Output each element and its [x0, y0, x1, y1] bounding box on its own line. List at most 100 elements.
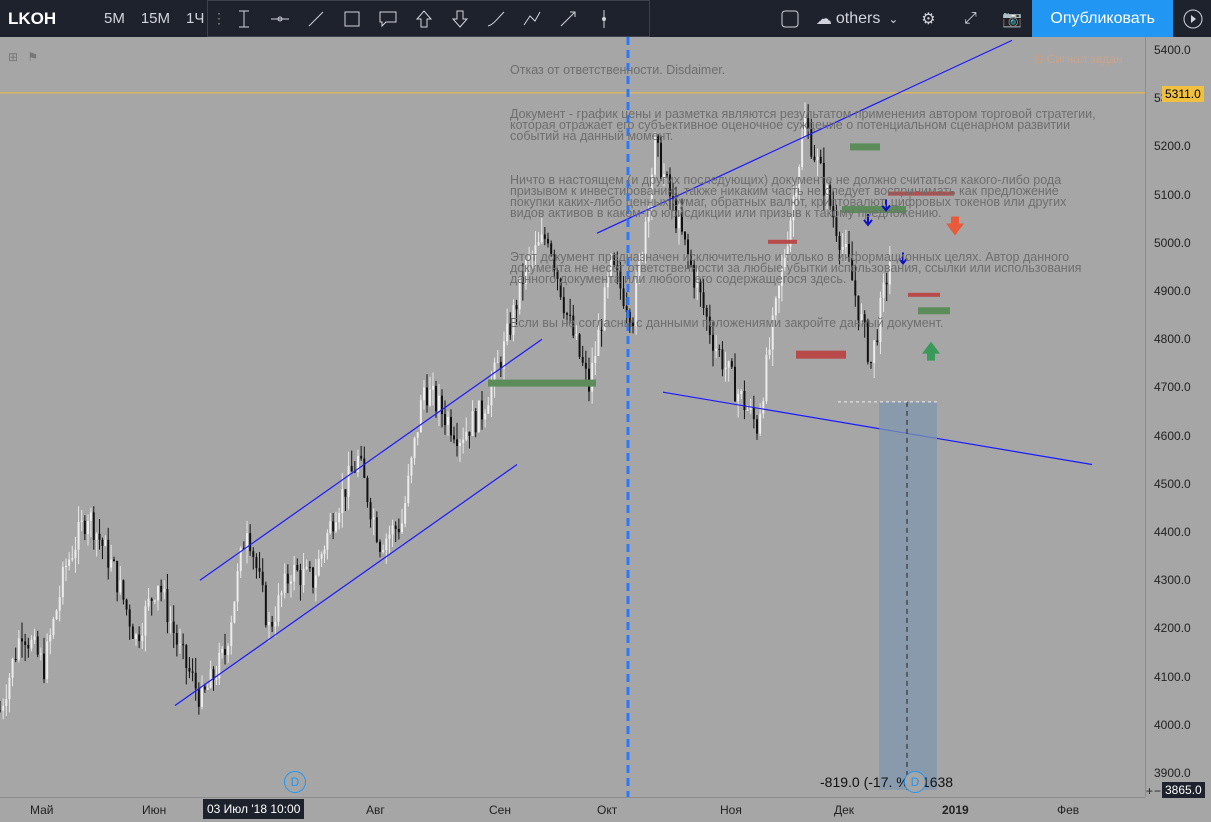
path-icon[interactable]: [520, 7, 544, 31]
candle-body: [746, 409, 749, 411]
candle-body: [594, 355, 597, 363]
candle-body: [699, 281, 702, 293]
candle-body: [169, 621, 172, 623]
candle-body: [407, 475, 410, 504]
candle-body: [160, 585, 163, 593]
candle-body: [638, 259, 641, 280]
candle-body: [644, 221, 647, 254]
candle-body: [74, 549, 77, 559]
dividend-badge[interactable]: D: [284, 771, 306, 793]
candle-body: [597, 329, 600, 356]
symbol-label[interactable]: LKOH: [8, 9, 88, 29]
candle-body: [344, 489, 347, 497]
candle-body: [401, 523, 403, 533]
timeframe-15m[interactable]: 15M: [141, 10, 170, 27]
candle-body: [385, 538, 388, 551]
play-icon[interactable]: [1181, 7, 1205, 31]
candle-body: [857, 295, 860, 321]
text-cursor-icon[interactable]: [232, 7, 256, 31]
trend-line: [662, 391, 1093, 466]
trendline-icon[interactable]: [304, 7, 328, 31]
candle-body: [163, 589, 166, 593]
candle-body: [756, 419, 758, 434]
candle-body: [813, 156, 816, 161]
template-selector[interactable]: ☁ others ⌄: [816, 9, 899, 29]
candle-body: [138, 634, 141, 642]
candle-body: [382, 550, 385, 552]
chart-area[interactable]: [0, 37, 1145, 797]
candle-body: [743, 391, 746, 411]
vertical-line-icon[interactable]: [592, 7, 616, 31]
candle-body: [578, 334, 581, 357]
candle-body: [879, 297, 882, 342]
candle-body: [474, 411, 477, 433]
candle-body: [619, 270, 622, 289]
candle-body: [727, 361, 730, 368]
alert-label[interactable]: ⏲ Сигнал задан: [1034, 52, 1123, 67]
publish-button[interactable]: Опубликовать: [1032, 0, 1173, 37]
arrow-up-icon[interactable]: [412, 7, 436, 31]
candle-body: [329, 521, 332, 534]
candle-body: [778, 285, 780, 299]
candle-body: [584, 362, 587, 369]
rectangle-icon[interactable]: [340, 7, 364, 31]
candle-body: [280, 592, 283, 596]
price-chart[interactable]: [0, 37, 1145, 797]
candle-body: [179, 644, 181, 646]
candle-body: [888, 262, 891, 285]
trend-line: [199, 338, 543, 581]
callout-icon[interactable]: [376, 7, 400, 31]
plus-icon[interactable]: +: [1146, 784, 1153, 798]
gear-icon[interactable]: ⚙: [916, 7, 940, 31]
candle-body: [606, 275, 609, 288]
minus-icon[interactable]: −: [1154, 784, 1161, 798]
time-label: 2019: [942, 803, 969, 817]
camera-icon[interactable]: 📷: [1000, 7, 1024, 31]
candle-body: [419, 400, 422, 433]
arrow-line-icon[interactable]: [556, 7, 580, 31]
candle-body: [191, 671, 194, 673]
candle-body: [379, 541, 381, 552]
candle-body: [730, 361, 733, 367]
candle-body: [175, 633, 178, 645]
last-price-tag: 3865.0: [1162, 782, 1205, 798]
candle-body: [807, 118, 810, 129]
timeframe-5m[interactable]: 5M: [104, 10, 125, 27]
candle-body: [471, 411, 474, 436]
arrow-down-icon[interactable]: [448, 7, 472, 31]
candle-body: [768, 349, 771, 355]
chevron-down-icon: ⌄: [888, 11, 899, 26]
candle-body: [80, 520, 83, 522]
grip-icon[interactable]: ⋮: [212, 10, 226, 27]
candle-body: [71, 558, 74, 560]
candle-body: [58, 597, 61, 611]
time-axis[interactable]: Май Июн Авг Сен Окт Ноя Дек 2019 Фев: [0, 797, 1145, 822]
candle-body: [854, 280, 857, 296]
brush-icon[interactable]: [484, 7, 508, 31]
price-axis[interactable]: 3900.0 4000.0 4100.0 4200.0 4300.0 4400.0 4500…: [1145, 37, 1211, 797]
template-name: others: [835, 9, 881, 27]
candle-body: [394, 525, 397, 529]
candle-body: [848, 243, 850, 259]
candle-body: [388, 534, 391, 539]
time-label: Окт: [597, 803, 618, 817]
candle-body: [312, 567, 314, 588]
square-toggle-icon[interactable]: [778, 7, 802, 31]
candle-body: [141, 635, 144, 642]
candle-body: [17, 638, 20, 660]
candle-body: [110, 559, 113, 568]
timeframe-1h[interactable]: 1Ч: [186, 10, 204, 27]
price-tick-label: 5100.0: [1154, 187, 1191, 202]
horizontal-line-icon[interactable]: [268, 7, 292, 31]
candle-body: [293, 564, 296, 582]
candle-body: [61, 567, 64, 598]
fullscreen-icon[interactable]: ⤢: [958, 7, 982, 31]
time-label: Июн: [142, 803, 167, 817]
candle-body: [786, 246, 789, 258]
dividend-badge[interactable]: D: [904, 771, 926, 793]
candle-body: [795, 192, 798, 197]
candle-body: [230, 622, 233, 646]
clock-icon: ⏲: [1034, 52, 1044, 66]
candle-body: [194, 672, 197, 689]
candle-body: [885, 282, 888, 285]
